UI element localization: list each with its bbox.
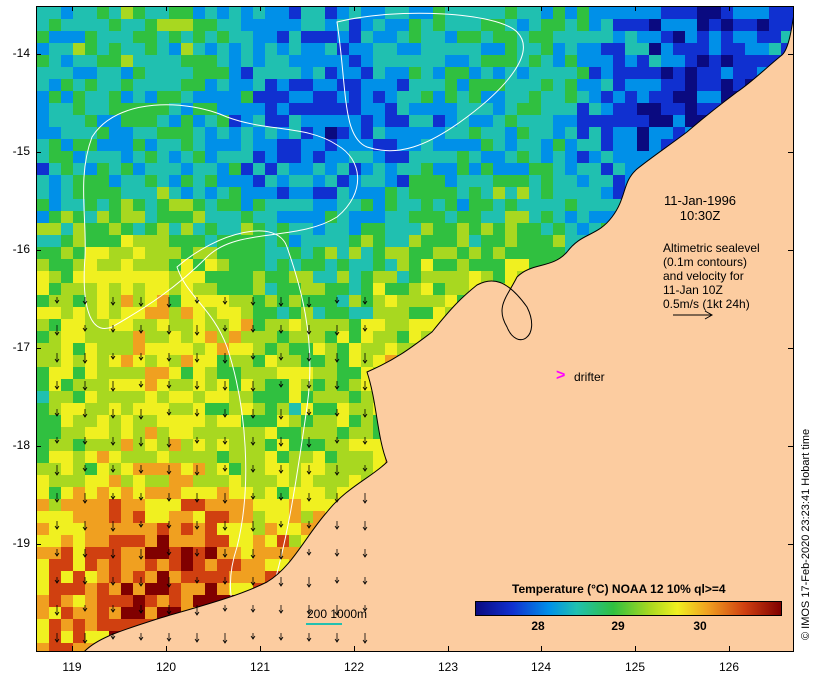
lat-tickmark	[788, 152, 794, 153]
lon-tickmark	[260, 646, 261, 652]
lon-tick-label: 121	[249, 660, 271, 674]
drifter-label: drifter	[574, 370, 605, 384]
lat-tickmark	[36, 250, 41, 251]
colorbar-tick-label: 29	[611, 619, 625, 633]
lon-tickmark	[354, 646, 355, 652]
lat-tick-label: -15	[12, 144, 30, 158]
lon-tickmark	[635, 6, 636, 11]
lat-tick-label: -16	[12, 242, 30, 256]
lon-tick-label: 119	[62, 660, 82, 674]
lon-tickmark	[166, 646, 167, 652]
lat-tick-label: -14	[12, 46, 30, 60]
credit-label: © IMOS 17-Feb-2020 23:23:41 Hobart time	[800, 428, 812, 640]
bathymetry-scale-label: 200 1000m	[307, 607, 368, 621]
image-timestamp: 11-Jan-1996 10:30Z	[664, 193, 736, 223]
lon-tickmark	[72, 646, 73, 652]
altimetry-note-line: (0.1m contours)	[663, 255, 748, 269]
lat-tickmark	[788, 446, 794, 447]
lat-tickmark	[788, 250, 794, 251]
lat-tick-label: -18	[12, 438, 30, 452]
lon-tick-label: 122	[343, 660, 365, 674]
lat-tick-label: -17	[12, 340, 30, 354]
sst-map	[36, 6, 794, 652]
bathymetry-scale-bar	[306, 623, 342, 625]
lon-tick-label: 126	[718, 660, 740, 674]
lat-tickmark	[36, 152, 41, 153]
lon-tickmark	[166, 6, 167, 11]
altimetry-note-line: and velocity for	[663, 269, 744, 283]
lat-tickmark	[788, 348, 794, 349]
lon-tickmark	[72, 6, 73, 11]
lat-tickmark	[36, 348, 41, 349]
image-time: 10:30Z	[679, 208, 721, 223]
lat-tickmark	[36, 446, 41, 447]
sst-map-canvas	[37, 7, 793, 651]
lon-tick-label: 120	[155, 660, 177, 674]
altimetry-note: Altimetric sealevel (0.1m contours) and …	[663, 241, 760, 311]
image-date: 11-Jan-1996	[664, 193, 737, 208]
lon-tickmark	[541, 6, 542, 11]
colorbar-tick-label: 30	[693, 619, 707, 633]
altimetry-note-line: Altimetric sealevel	[663, 241, 760, 255]
temperature-colorbar	[475, 601, 782, 616]
lon-tickmark	[448, 646, 449, 652]
altimetry-note-line: 11-Jan 10Z	[663, 283, 723, 297]
lon-tickmark	[541, 646, 542, 652]
altimetry-note-line: 0.5m/s (1kt 24h)	[663, 297, 750, 311]
lat-tickmark	[788, 544, 794, 545]
lon-tickmark	[729, 646, 730, 652]
lon-tick-label: 124	[530, 660, 552, 674]
colorbar-title: Temperature (°C) NOAA 12 10% ql>=4	[512, 582, 726, 596]
lat-tick-label: -19	[12, 536, 30, 550]
lon-tick-label: 123	[437, 660, 459, 674]
lon-tickmark	[635, 646, 636, 652]
lon-tickmark	[729, 6, 730, 11]
colorbar-tick-label: 28	[531, 619, 545, 633]
lat-tickmark	[788, 54, 794, 55]
lat-tickmark	[36, 544, 41, 545]
lat-tickmark	[36, 54, 41, 55]
lon-tick-label: 125	[624, 660, 646, 674]
drifter-icon: >	[556, 367, 566, 384]
lon-tickmark	[448, 6, 449, 11]
lon-tickmark	[260, 6, 261, 11]
lon-tickmark	[354, 6, 355, 11]
